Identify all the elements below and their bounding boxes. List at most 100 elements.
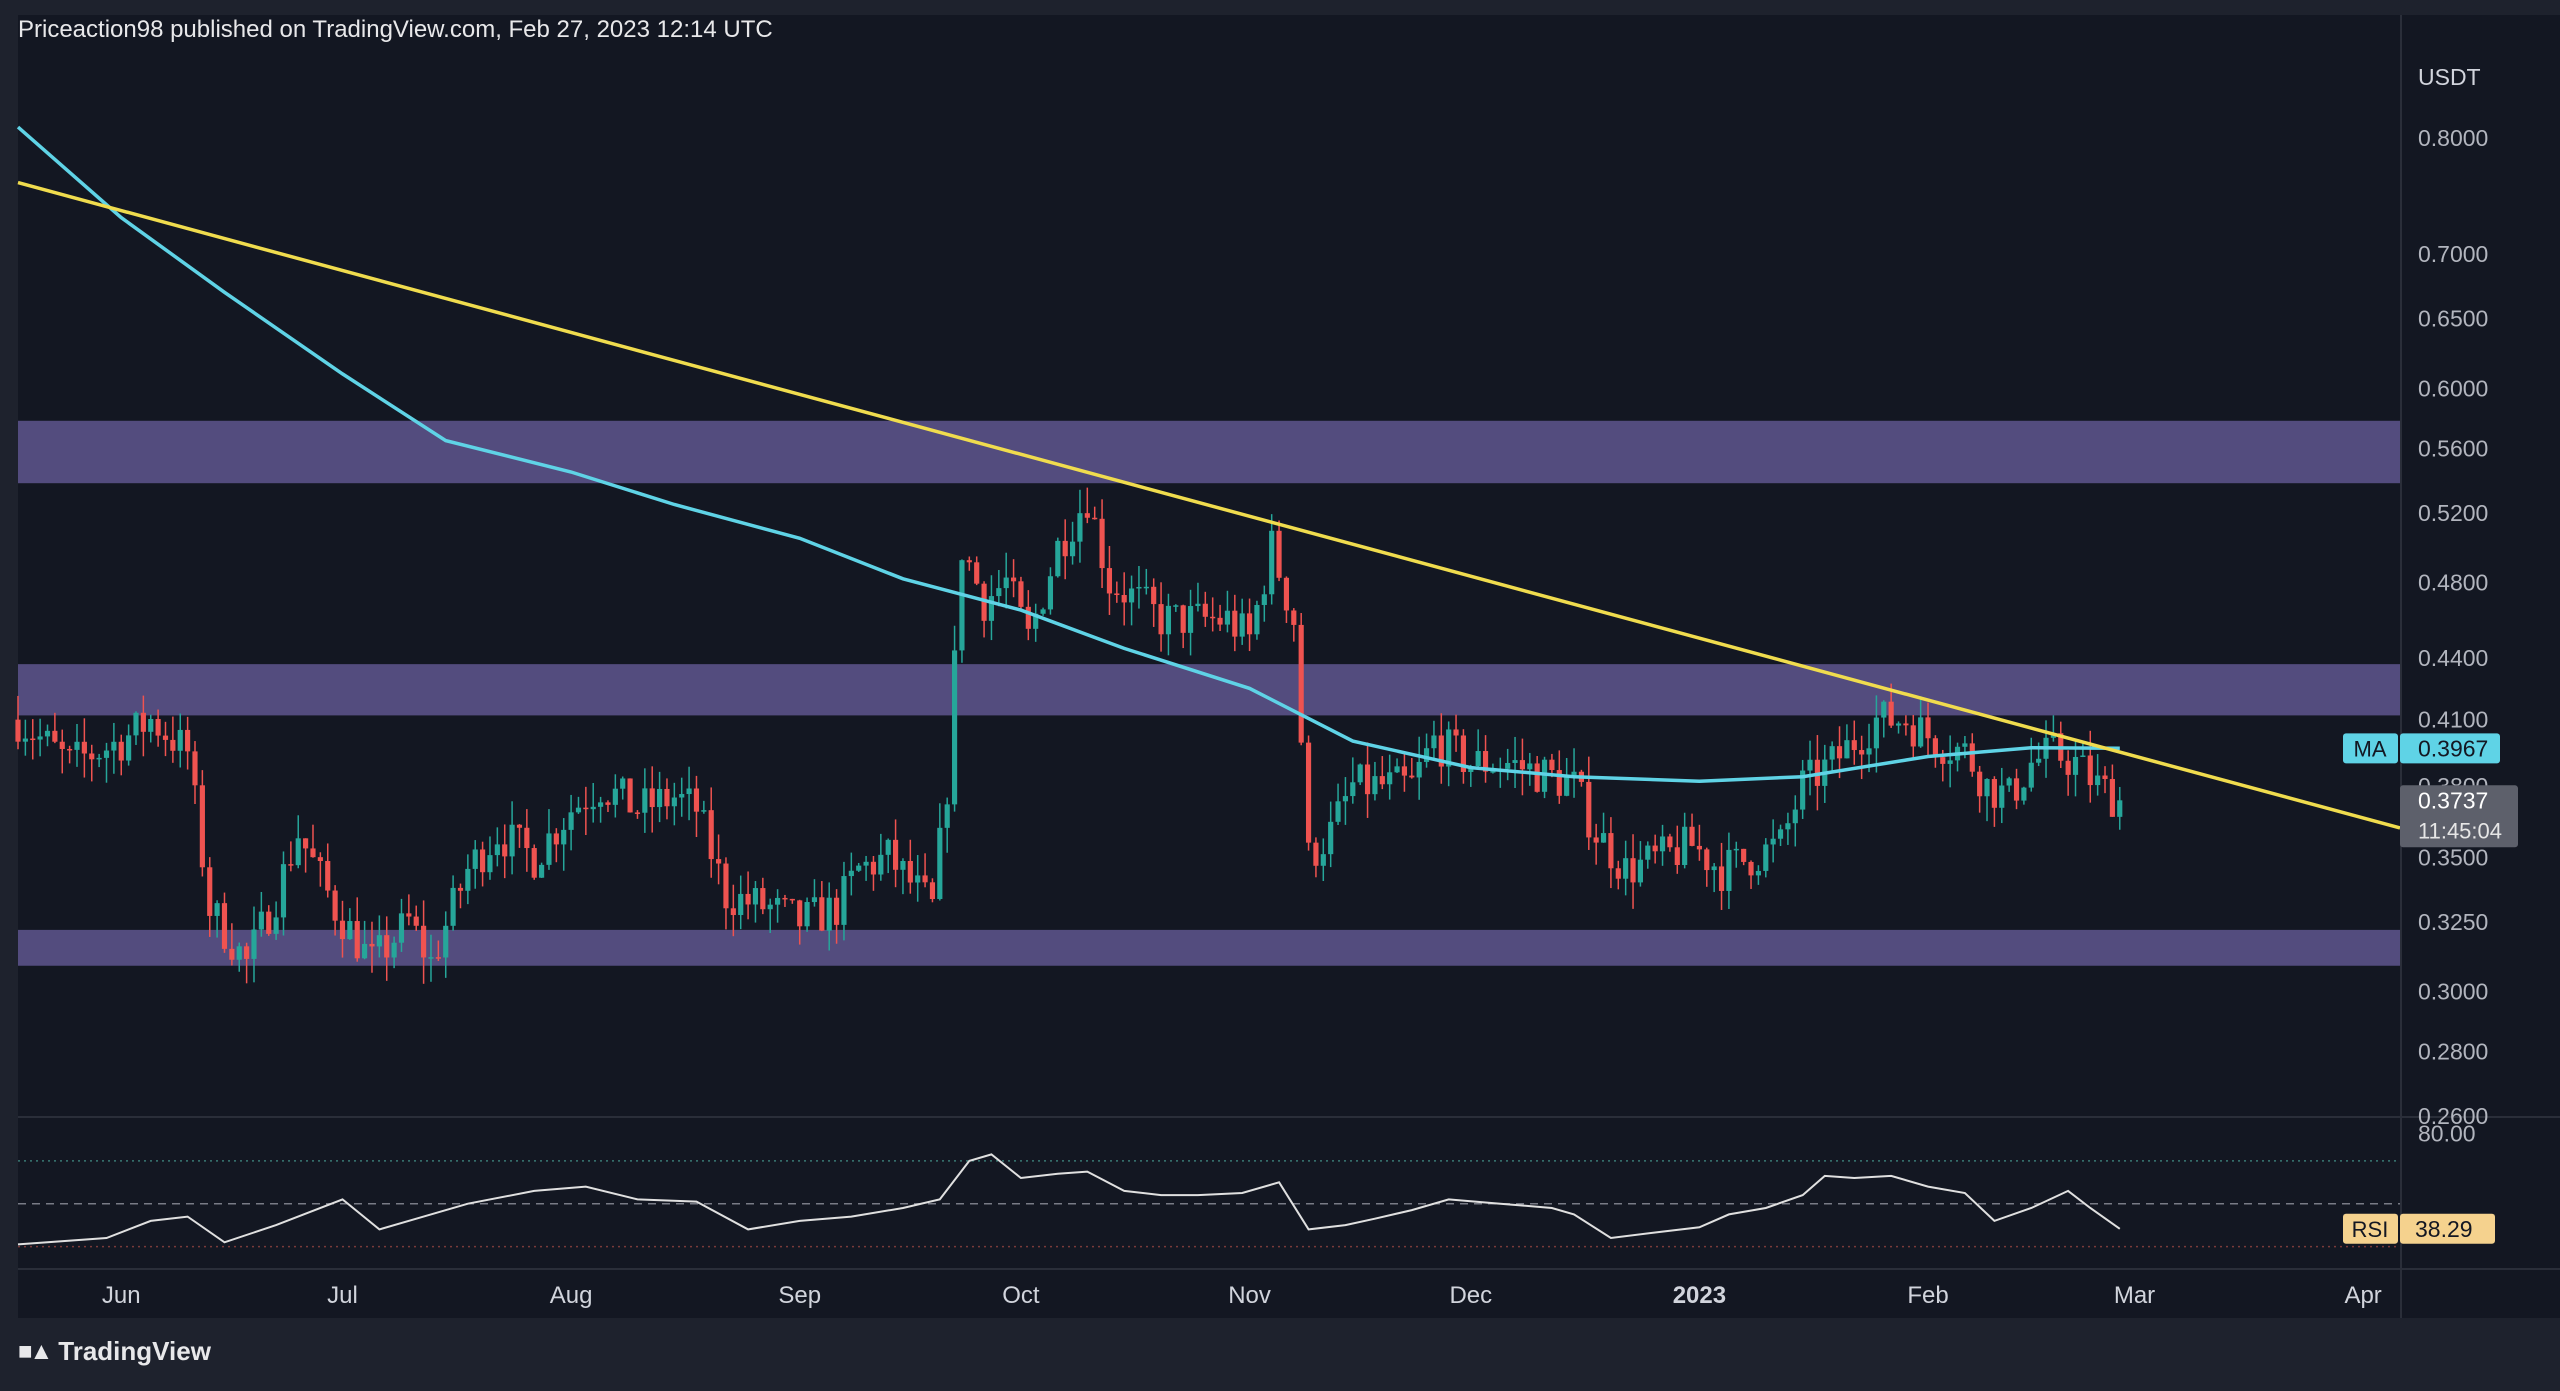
time-tick-label: Aug (550, 1282, 593, 1309)
candle-body (1475, 751, 1481, 767)
candle-body (620, 778, 626, 789)
candle-body (15, 719, 21, 742)
candle-body (1040, 609, 1046, 614)
candle-body (974, 562, 980, 584)
candle-body (966, 560, 972, 563)
candle-body (1055, 540, 1061, 577)
candle-body (804, 902, 810, 927)
candle-body (2065, 760, 2071, 775)
candle-body (89, 753, 95, 760)
candle-body (480, 849, 486, 873)
candle-body (539, 864, 545, 878)
bar-countdown-label: 11:45:04 (2418, 818, 2502, 843)
candle-body (148, 718, 154, 732)
candle-body (2072, 756, 2079, 775)
candle-body (118, 741, 124, 761)
price-tick-label: 0.3000 (2418, 978, 2488, 1004)
price-tick-label: 0.2800 (2418, 1039, 2488, 1065)
candle-body (531, 848, 537, 878)
candle-body (1320, 854, 1326, 866)
candle-body (1918, 717, 1924, 747)
candle-body (332, 890, 338, 921)
candle-body (716, 859, 722, 864)
candle-body (1283, 577, 1290, 611)
candle-body (524, 827, 530, 849)
chart-stage: USDT 0.8000 0.7000 0.6500 0.6000 0.5600 0.5200… (0, 0, 2560, 1386)
candle-body (723, 863, 729, 909)
candle-body (37, 736, 43, 740)
candle-body (214, 903, 220, 916)
candle-body (1328, 821, 1334, 855)
candle-body (892, 839, 899, 870)
candle-body (1099, 518, 1105, 569)
candle-body (951, 650, 958, 805)
tradingview-brand-text: TradingView (58, 1336, 211, 1366)
candle-body (1261, 594, 1267, 605)
price-tick-label: 0.3250 (2418, 909, 2488, 935)
candle-body (236, 946, 242, 960)
price-tick-label: 0.4100 (2418, 707, 2488, 733)
candle-body (1453, 729, 1459, 736)
candle-body (1136, 586, 1142, 589)
candle-body (1165, 605, 1172, 635)
candle-body (295, 838, 301, 866)
candle-body (457, 887, 464, 891)
time-tick-label: Apr (2344, 1282, 2381, 1309)
candle-body (568, 812, 574, 830)
candle-body (325, 861, 331, 891)
candle-body (133, 712, 139, 736)
candle-body (52, 730, 58, 742)
candle-body (2028, 762, 2034, 788)
candle-body (1615, 868, 1621, 879)
candle-body (745, 893, 751, 905)
candle-body (811, 897, 818, 903)
time-tick-label: Jul (327, 1282, 358, 1309)
candle-body (900, 860, 906, 870)
candle-body (2109, 779, 2115, 817)
candle-body (1313, 842, 1319, 866)
candle-body (443, 925, 449, 958)
candle-body (1586, 781, 1592, 838)
candle-body (1202, 603, 1208, 617)
price-chart[interactable]: USDT 0.8000 0.7000 0.6500 0.6000 0.5600 0.5200… (0, 0, 2560, 1386)
candle-body (413, 916, 419, 926)
candle-body (1652, 845, 1658, 852)
candle-body (273, 917, 279, 934)
candle-body (583, 807, 589, 810)
candle-body (1829, 746, 1835, 760)
candle-body (738, 893, 744, 916)
time-tick-label: Dec (1449, 1282, 1492, 1309)
candle-body (1564, 777, 1570, 796)
candle-body (848, 870, 854, 877)
price-tick-label: 0.7000 (2418, 241, 2488, 267)
candle-body (988, 596, 995, 621)
price-tick-label: 0.5600 (2418, 435, 2488, 461)
candle-body (1151, 586, 1157, 605)
candle-body (1777, 829, 1784, 839)
candle-body (863, 861, 869, 866)
candle-body (376, 935, 382, 947)
candle-body (1350, 782, 1356, 797)
candle-body (155, 718, 161, 736)
candle-body (775, 897, 781, 905)
candle-body (1711, 866, 1717, 871)
tradingview-brand[interactable]: ■▲ TradingView (18, 1336, 211, 1367)
candle-body (266, 911, 272, 934)
support-resistance-zone (18, 664, 2400, 716)
publisher-attribution: Priceaction98 published on TradingView.c… (18, 16, 773, 43)
candle-body (856, 865, 862, 871)
candle-body (1062, 540, 1068, 557)
candle-body (1342, 796, 1349, 802)
candle-body (701, 810, 707, 812)
candle-body (1121, 595, 1127, 603)
candle-body (1047, 576, 1054, 610)
candle-body (878, 854, 884, 875)
candle-body (1910, 725, 1916, 747)
candle-body (1519, 760, 1526, 770)
candle-body (1106, 568, 1113, 594)
candle-body (752, 888, 759, 905)
candle-body (590, 806, 596, 810)
price-tick-label: 0.4400 (2418, 645, 2488, 671)
candle-body (428, 957, 434, 959)
candle-body (2036, 758, 2042, 763)
